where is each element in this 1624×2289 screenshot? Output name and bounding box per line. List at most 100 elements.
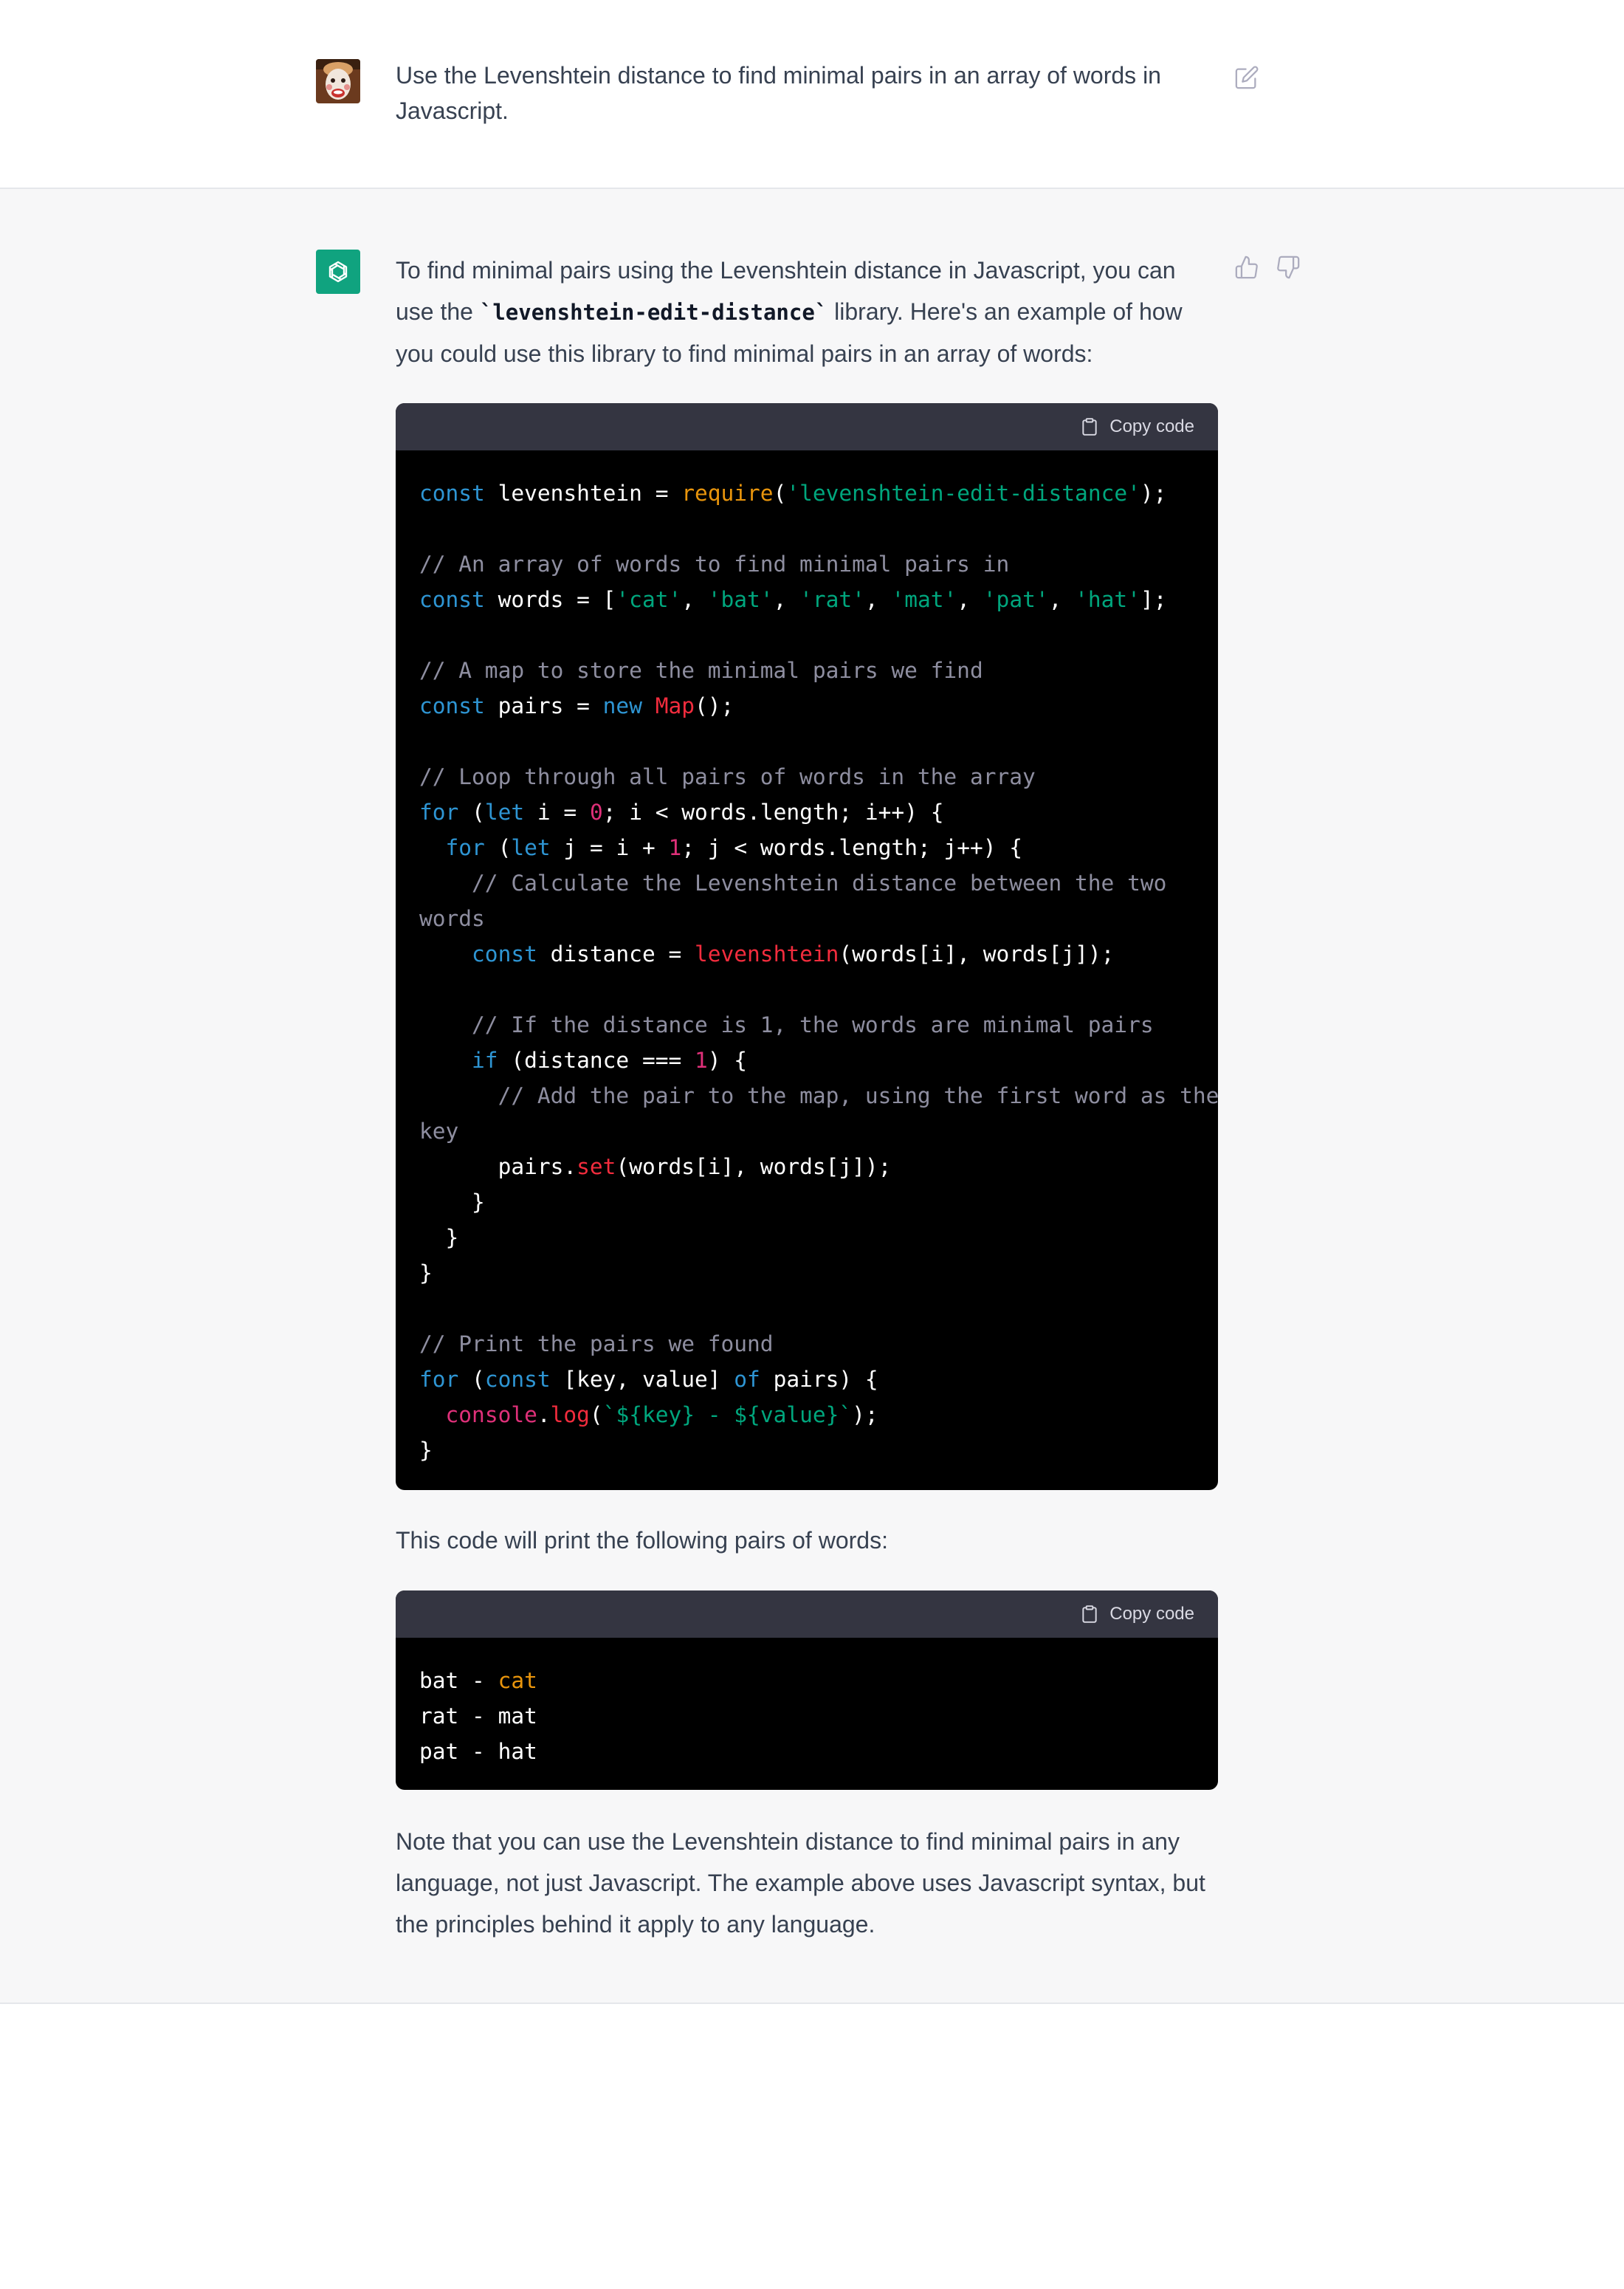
code-line: for (let i = 0; i < words.length; i++) { bbox=[419, 800, 943, 825]
code-token: // Add the pair to the map, using the fi… bbox=[498, 1083, 1218, 1108]
code-line: rat - mat bbox=[419, 1703, 537, 1729]
code-line: // An array of words to find minimal pai… bbox=[419, 552, 1009, 577]
code-token: let bbox=[484, 800, 525, 825]
code-token: pairs = bbox=[484, 693, 603, 718]
code-line: for (let j = i + 1; j < words.length; j+… bbox=[419, 835, 1023, 860]
code-token: words = [ bbox=[484, 587, 616, 612]
code-token: cat bbox=[498, 1668, 537, 1693]
code-line: } bbox=[419, 1260, 433, 1286]
code-token: 'mat' bbox=[891, 587, 957, 612]
code-line: const words = ['cat', 'bat', 'rat', 'mat… bbox=[419, 587, 1166, 612]
code-token: [key, value] bbox=[550, 1367, 734, 1392]
code-token: set bbox=[577, 1154, 616, 1179]
code-token: key bbox=[419, 1119, 459, 1144]
code-token: } bbox=[419, 1190, 485, 1215]
code-token: 'rat' bbox=[799, 587, 865, 612]
code-line: // If the distance is 1, the words are m… bbox=[419, 1012, 1154, 1037]
code-token: // An array of words to find minimal pai… bbox=[419, 552, 1010, 577]
code-token: } bbox=[419, 1225, 459, 1250]
copy-code-label: Copy code bbox=[1109, 1604, 1194, 1624]
code-line: pairs.set(words[i], words[j]); bbox=[419, 1154, 892, 1179]
code-line: if (distance === 1) { bbox=[419, 1048, 747, 1073]
clipboard-icon bbox=[1082, 418, 1097, 436]
assistant-outro-paragraph: Note that you can use the Levenshtein di… bbox=[396, 1828, 1205, 1938]
code-token: `${key} - ${value}` bbox=[602, 1402, 853, 1427]
code-token: , bbox=[773, 587, 800, 612]
edit-icon[interactable] bbox=[1234, 65, 1259, 90]
code-token: for bbox=[419, 1367, 459, 1392]
code-token: ( bbox=[458, 800, 485, 825]
user-avatar-image bbox=[316, 59, 360, 103]
copy-code-button[interactable]: Copy code bbox=[1080, 1603, 1194, 1625]
code-line: } bbox=[419, 1190, 485, 1215]
code-token: ) { bbox=[707, 1048, 748, 1073]
user-message-row: Use the Levenshtein distance to find min… bbox=[0, 0, 1624, 189]
openai-logo-icon bbox=[328, 261, 348, 283]
code-token: of bbox=[734, 1367, 760, 1392]
user-message-text: Use the Levenshtein distance to find min… bbox=[396, 62, 1161, 124]
code-line: // Loop through all pairs of words in th… bbox=[419, 764, 1036, 789]
code-line: // Calculate the Levenshtein distance be… bbox=[419, 871, 1166, 896]
code-token: ; i < words.length; i++) { bbox=[602, 800, 944, 825]
code-token: ; j < words.length; j++) { bbox=[681, 835, 1023, 860]
code-token: 0 bbox=[589, 800, 603, 825]
code-token: const bbox=[419, 587, 485, 612]
code-token: 'cat' bbox=[616, 587, 682, 612]
code-line: const distance = levenshtein(words[i], w… bbox=[419, 941, 1114, 967]
code-line: const levenshtein = require('levenshtein… bbox=[419, 481, 1166, 506]
code-line: // A map to store the minimal pairs we f… bbox=[419, 658, 983, 683]
code-token: // A map to store the minimal pairs we f… bbox=[419, 658, 983, 683]
thumbs-down-icon[interactable] bbox=[1276, 255, 1301, 280]
code-token: levenshtein bbox=[695, 941, 839, 967]
code-token: , bbox=[957, 587, 983, 612]
code-line: key bbox=[419, 1119, 458, 1144]
code-block-header: Copy code bbox=[396, 1590, 1218, 1638]
code-token: } bbox=[419, 1438, 433, 1463]
code-token: bat - bbox=[419, 1668, 498, 1693]
code-token: // Print the pairs we found bbox=[419, 1331, 774, 1356]
code-token: const bbox=[472, 941, 537, 967]
code-line: bat - cat bbox=[419, 1668, 537, 1693]
code-token: ( bbox=[773, 481, 787, 506]
code-line: const pairs = new Map(); bbox=[419, 693, 734, 718]
code-block-output: Copy code bat - cat rat - mat pat - hat bbox=[396, 1590, 1218, 1790]
thumbs-up-icon[interactable] bbox=[1234, 255, 1259, 280]
code-token: ( bbox=[458, 1367, 485, 1392]
code-line: pat - hat bbox=[419, 1739, 537, 1764]
code-line: // Print the pairs we found bbox=[419, 1331, 774, 1356]
code-token: (words[i], words[j]); bbox=[616, 1154, 892, 1179]
user-avatar bbox=[316, 59, 360, 103]
code-token: i = bbox=[524, 800, 590, 825]
code-token: } bbox=[419, 1260, 433, 1286]
code-token: , bbox=[1048, 587, 1076, 612]
code-token: console bbox=[445, 1402, 537, 1427]
code-token: for bbox=[445, 835, 485, 860]
code-token: , bbox=[864, 587, 892, 612]
assistant-avatar bbox=[316, 250, 360, 294]
code-token: . bbox=[537, 1402, 551, 1427]
assistant-intro-paragraph: To find minimal pairs using the Levensht… bbox=[396, 250, 1215, 374]
code-block-javascript: Copy code const levenshtein = require('l… bbox=[396, 403, 1218, 1490]
code-line: } bbox=[419, 1438, 433, 1463]
code-token: j = i + bbox=[550, 835, 669, 860]
code-token: 'hat' bbox=[1075, 587, 1140, 612]
code-token: pairs) { bbox=[760, 1367, 878, 1392]
code-block-header: Copy code bbox=[396, 403, 1218, 450]
code-token: (); bbox=[695, 693, 734, 718]
copy-code-button[interactable]: Copy code bbox=[1080, 416, 1194, 438]
code-token: require bbox=[681, 481, 774, 506]
code-token: words bbox=[419, 906, 485, 931]
code-token: // Loop through all pairs of words in th… bbox=[419, 764, 1036, 789]
code-token: // Calculate the Levenshtein distance be… bbox=[472, 871, 1167, 896]
code-line: // Add the pair to the map, using the fi… bbox=[419, 1083, 1218, 1108]
code-token: pat - hat bbox=[419, 1739, 537, 1764]
code-line: for (const [key, value] of pairs) { bbox=[419, 1367, 878, 1392]
code-line: } bbox=[419, 1225, 459, 1250]
